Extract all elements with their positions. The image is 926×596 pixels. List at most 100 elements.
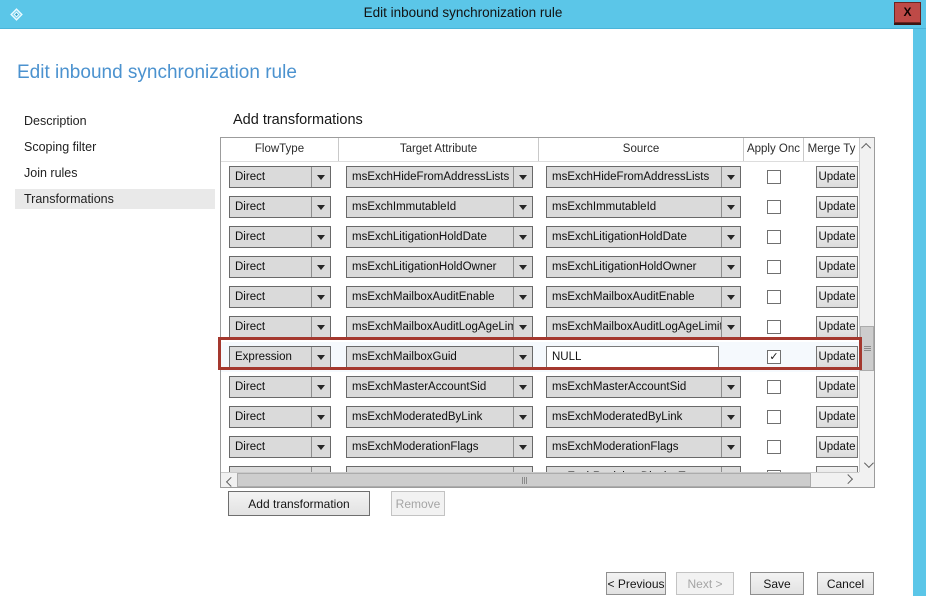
merge-type-button[interactable]: Update bbox=[816, 316, 858, 338]
source-value: msExchImmutableId bbox=[547, 197, 721, 217]
target-attribute-dropdown[interactable]: msExchLitigationHoldOwner bbox=[346, 256, 533, 278]
scroll-down-icon[interactable] bbox=[860, 456, 874, 472]
target-attribute-dropdown[interactable]: msExchMailboxGuid bbox=[346, 346, 533, 368]
flowtype-dropdown[interactable]: Direct bbox=[229, 166, 331, 188]
source-dropdown[interactable]: msExchLitigationHoldDate bbox=[546, 226, 741, 248]
flowtype-dropdown[interactable]: Direct bbox=[229, 406, 331, 428]
scroll-up-icon[interactable] bbox=[860, 138, 874, 154]
sidebar-item-description[interactable]: Description bbox=[15, 111, 215, 131]
target-attribute-dropdown[interactable]: msExchMasterAccountSid bbox=[346, 376, 533, 398]
flowtype-dropdown[interactable]: Direct bbox=[229, 436, 331, 458]
target-attribute-dropdown[interactable]: msExchModeratedByLink bbox=[346, 406, 533, 428]
transformations-table: FlowType Target Attribute Source Apply O… bbox=[220, 137, 875, 488]
source-dropdown[interactable]: msExchHideFromAddressLists bbox=[546, 166, 741, 188]
table-row: Direct msExchMailboxAuditLogAgeLimit msE… bbox=[221, 312, 859, 342]
flowtype-value: Expression bbox=[230, 347, 311, 367]
section-title: Add transformations bbox=[233, 112, 363, 128]
target-attribute-value: msExchMasterAccountSid bbox=[347, 377, 513, 397]
sidebar-item-transformations[interactable]: Transformations bbox=[15, 189, 215, 209]
apply-once-checkbox-checked[interactable]: ✓ bbox=[767, 350, 781, 364]
chevron-down-icon bbox=[721, 197, 740, 217]
next-button[interactable]: Next > bbox=[676, 572, 734, 595]
flowtype-value: Direct bbox=[230, 197, 311, 217]
source-dropdown[interactable]: msExchMailboxAuditEnable bbox=[546, 286, 741, 308]
flowtype-dropdown[interactable]: Direct bbox=[229, 316, 331, 338]
horizontal-scroll-thumb[interactable] bbox=[237, 473, 811, 487]
target-attribute-dropdown[interactable]: msExchHideFromAddressLists bbox=[346, 166, 533, 188]
target-attribute-dropdown[interactable]: msExchModerationFlags bbox=[346, 436, 533, 458]
source-value: msExchLitigationHoldOwner bbox=[547, 257, 721, 277]
source-dropdown[interactable]: msExchModerationFlags bbox=[546, 436, 741, 458]
chevron-down-icon bbox=[721, 257, 740, 277]
target-attribute-dropdown[interactable]: msExchMailboxAuditEnable bbox=[346, 286, 533, 308]
apply-once-checkbox[interactable] bbox=[767, 260, 781, 274]
remove-button[interactable]: Remove bbox=[391, 491, 445, 516]
chevron-down-icon bbox=[513, 287, 532, 307]
merge-type-button[interactable]: Update bbox=[816, 376, 858, 398]
chevron-down-icon bbox=[311, 317, 330, 337]
flowtype-dropdown[interactable]: Direct bbox=[229, 256, 331, 278]
target-attribute-value: msExchModerationFlags bbox=[347, 437, 513, 457]
window-right-border bbox=[911, 29, 926, 596]
column-header-merge-type: Merge Ty bbox=[804, 138, 859, 161]
source-expression-input[interactable] bbox=[546, 346, 719, 368]
vertical-scroll-thumb[interactable] bbox=[860, 326, 874, 371]
merge-type-button[interactable]: Update bbox=[816, 166, 858, 188]
cancel-button[interactable]: Cancel bbox=[817, 572, 874, 595]
flowtype-dropdown[interactable]: Direct bbox=[229, 286, 331, 308]
scroll-right-icon[interactable] bbox=[841, 473, 857, 487]
apply-once-checkbox[interactable] bbox=[767, 410, 781, 424]
chevron-down-icon bbox=[311, 227, 330, 247]
apply-once-checkbox[interactable] bbox=[767, 170, 781, 184]
flowtype-value: Direct bbox=[230, 167, 311, 187]
close-button[interactable]: X bbox=[894, 2, 921, 23]
merge-type-button[interactable]: Update bbox=[816, 436, 858, 458]
flowtype-dropdown[interactable]: Expression bbox=[229, 346, 331, 368]
merge-type-button[interactable]: Update bbox=[816, 286, 858, 308]
apply-once-checkbox[interactable] bbox=[767, 290, 781, 304]
flowtype-dropdown[interactable]: Direct bbox=[229, 376, 331, 398]
merge-type-button[interactable]: Update bbox=[816, 346, 858, 368]
previous-button[interactable]: < Previous bbox=[606, 572, 666, 595]
merge-type-button[interactable]: Update bbox=[816, 196, 858, 218]
vertical-scrollbar[interactable] bbox=[859, 138, 874, 472]
sidebar-item-join-rules[interactable]: Join rules bbox=[15, 163, 215, 183]
target-attribute-dropdown[interactable]: msExchImmutableId bbox=[346, 196, 533, 218]
sidebar-item-scoping-filter[interactable]: Scoping filter bbox=[15, 137, 215, 157]
merge-type-button[interactable]: Update bbox=[816, 406, 858, 428]
source-dropdown[interactable]: msExchModeratedByLink bbox=[546, 406, 741, 428]
source-dropdown[interactable]: msExchImmutableId bbox=[546, 196, 741, 218]
scroll-left-icon[interactable] bbox=[221, 473, 237, 487]
source-dropdown[interactable]: msExchMailboxAuditLogAgeLimit bbox=[546, 316, 741, 338]
source-value: msExchMailboxAuditEnable bbox=[547, 287, 721, 307]
add-transformation-button[interactable]: Add transformation bbox=[228, 491, 370, 516]
flowtype-dropdown[interactable]: Direct bbox=[229, 226, 331, 248]
flowtype-dropdown[interactable]: Direct bbox=[229, 196, 331, 218]
apply-once-checkbox[interactable] bbox=[767, 200, 781, 214]
target-attribute-dropdown[interactable]: msExchLitigationHoldDate bbox=[346, 226, 533, 248]
merge-type-button[interactable]: Update bbox=[816, 256, 858, 278]
merge-type-button[interactable]: Update bbox=[816, 226, 858, 248]
flowtype-value: Direct bbox=[230, 437, 311, 457]
apply-once-checkbox[interactable] bbox=[767, 440, 781, 454]
page-title: Edit inbound synchronization rule bbox=[17, 62, 297, 84]
column-header-apply-once: Apply Onc bbox=[744, 138, 804, 161]
chevron-down-icon bbox=[513, 197, 532, 217]
apply-once-checkbox[interactable] bbox=[767, 380, 781, 394]
save-button[interactable]: Save bbox=[750, 572, 804, 595]
source-value: msExchMasterAccountSid bbox=[547, 377, 721, 397]
apply-once-checkbox[interactable] bbox=[767, 320, 781, 334]
target-attribute-value: msExchMailboxAuditLogAgeLimit bbox=[347, 317, 513, 337]
apply-once-checkbox[interactable] bbox=[767, 230, 781, 244]
source-dropdown[interactable]: msExchLitigationHoldOwner bbox=[546, 256, 741, 278]
source-dropdown[interactable]: msExchMasterAccountSid bbox=[546, 376, 741, 398]
horizontal-scrollbar[interactable] bbox=[221, 472, 859, 487]
chevron-down-icon bbox=[311, 377, 330, 397]
chevron-down-icon bbox=[513, 407, 532, 427]
source-value: msExchModeratedByLink bbox=[547, 407, 721, 427]
target-attribute-value: msExchHideFromAddressLists bbox=[347, 167, 513, 187]
chevron-down-icon bbox=[311, 347, 330, 367]
chevron-down-icon bbox=[513, 257, 532, 277]
edit-sync-rule-dialog: Edit inbound synchronization rule X Edit… bbox=[0, 0, 926, 596]
target-attribute-dropdown[interactable]: msExchMailboxAuditLogAgeLimit bbox=[346, 316, 533, 338]
